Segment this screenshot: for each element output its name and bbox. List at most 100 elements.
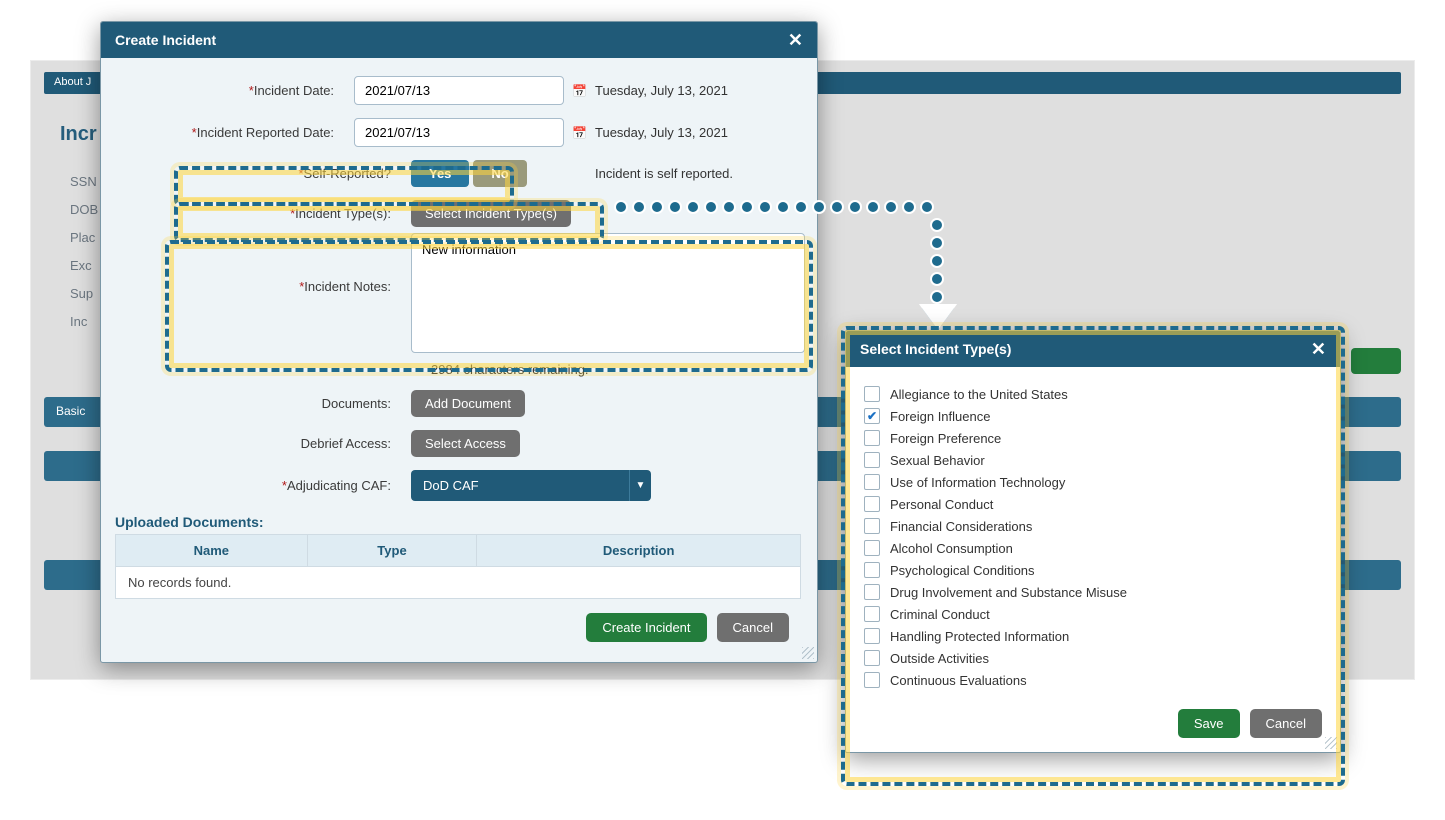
row-incident-date: *Incident Date: 📅 Tuesday, July 13, 2021 bbox=[111, 76, 805, 105]
label-caf: *Adjudicating CAF: bbox=[111, 478, 411, 493]
save-button[interactable]: Save bbox=[1178, 709, 1240, 738]
resize-grip-icon[interactable] bbox=[802, 647, 814, 659]
chevron-down-icon[interactable]: ▼ bbox=[629, 470, 651, 501]
self-reported-yes-button[interactable]: Yes bbox=[411, 160, 469, 187]
no-records: No records found. bbox=[116, 567, 801, 599]
caf-select[interactable]: DoD CAF ▼ bbox=[411, 470, 651, 501]
label-debrief: Debrief Access: bbox=[111, 436, 411, 451]
label-incident-notes: *Incident Notes: bbox=[111, 233, 411, 353]
select-access-button[interactable]: Select Access bbox=[411, 430, 520, 457]
incident-type-option[interactable]: Handling Protected Information bbox=[864, 625, 1322, 647]
select-incident-types-modal: Select Incident Type(s) ✕ Allegiance to … bbox=[845, 330, 1341, 753]
select-incident-types-button[interactable]: Select Incident Type(s) bbox=[411, 200, 571, 227]
incident-type-label: Criminal Conduct bbox=[890, 607, 990, 622]
reported-date-readout: Tuesday, July 13, 2021 bbox=[595, 125, 805, 140]
calendar-icon[interactable]: 📅 bbox=[572, 84, 587, 98]
self-reported-toggle: Yes No bbox=[411, 160, 531, 187]
incident-type-option[interactable]: Continuous Evaluations bbox=[864, 669, 1322, 691]
col-name: Name bbox=[116, 535, 308, 567]
incident-type-label: Financial Considerations bbox=[890, 519, 1032, 534]
background-menu-item: About J bbox=[44, 72, 101, 92]
close-icon[interactable]: ✕ bbox=[1311, 342, 1326, 356]
incident-type-label: Allegiance to the United States bbox=[890, 387, 1068, 402]
incident-type-label: Handling Protected Information bbox=[890, 629, 1069, 644]
checkbox[interactable] bbox=[864, 584, 880, 600]
incident-type-label: Use of Information Technology bbox=[890, 475, 1065, 490]
row-debrief: Debrief Access: Select Access bbox=[111, 430, 805, 457]
char-remaining: 2984 characters remaining. bbox=[431, 362, 805, 377]
checkbox[interactable] bbox=[864, 452, 880, 468]
types-modal-header: Select Incident Type(s) ✕ bbox=[846, 331, 1340, 367]
checkbox[interactable] bbox=[864, 430, 880, 446]
checkbox[interactable] bbox=[864, 540, 880, 556]
checkbox[interactable] bbox=[864, 562, 880, 578]
uploaded-documents-heading: Uploaded Documents: bbox=[115, 514, 805, 530]
caf-selected-value: DoD CAF bbox=[411, 470, 629, 501]
incident-type-option[interactable]: Foreign Preference bbox=[864, 427, 1322, 449]
incident-type-option[interactable]: Drug Involvement and Substance Misuse bbox=[864, 581, 1322, 603]
add-document-button[interactable]: Add Document bbox=[411, 390, 525, 417]
background-side-labels: SSN DOB Plac Exc Sup Inc bbox=[70, 168, 98, 336]
incident-date-input[interactable] bbox=[354, 76, 564, 105]
label-incident-types: *Incident Type(s): bbox=[111, 206, 411, 221]
incident-type-option[interactable]: Sexual Behavior bbox=[864, 449, 1322, 471]
calendar-icon[interactable]: 📅 bbox=[572, 126, 587, 140]
col-type: Type bbox=[307, 535, 477, 567]
create-incident-button[interactable]: Create Incident bbox=[586, 613, 706, 642]
incident-type-label: Continuous Evaluations bbox=[890, 673, 1027, 688]
types-list: Allegiance to the United States Foreign I… bbox=[846, 367, 1340, 699]
incident-type-option[interactable]: Criminal Conduct bbox=[864, 603, 1322, 625]
checkbox[interactable] bbox=[864, 474, 880, 490]
modal-title: Create Incident bbox=[115, 32, 216, 48]
checkbox[interactable] bbox=[864, 496, 880, 512]
types-modal-footer: Save Cancel bbox=[846, 699, 1340, 752]
label-documents: Documents: bbox=[111, 396, 411, 411]
uploaded-documents-table: Name Type Description No records found. bbox=[115, 534, 801, 599]
incident-type-option[interactable]: Allegiance to the United States bbox=[864, 383, 1322, 405]
incident-type-label: Outside Activities bbox=[890, 651, 989, 666]
incident-type-option[interactable]: Personal Conduct bbox=[864, 493, 1322, 515]
col-description: Description bbox=[477, 535, 801, 567]
background-page-title: Incr bbox=[60, 123, 97, 146]
modal-footer: Create Incident Cancel bbox=[111, 599, 805, 652]
incident-notes-textarea[interactable] bbox=[411, 233, 805, 353]
incident-type-label: Drug Involvement and Substance Misuse bbox=[890, 585, 1127, 600]
close-icon[interactable]: ✕ bbox=[788, 33, 803, 47]
incident-type-label: Psychological Conditions bbox=[890, 563, 1035, 578]
incident-type-option[interactable]: Alcohol Consumption bbox=[864, 537, 1322, 559]
label-incident-date: *Incident Date: bbox=[111, 83, 354, 98]
incident-type-option[interactable]: Foreign Influence bbox=[864, 405, 1322, 427]
background-green-button bbox=[1351, 348, 1401, 374]
checkbox[interactable] bbox=[864, 386, 880, 402]
incident-type-option[interactable]: Financial Considerations bbox=[864, 515, 1322, 537]
self-reported-no-button[interactable]: No bbox=[473, 160, 526, 187]
label-self-reported: *Self-Reported? bbox=[111, 166, 411, 181]
checkbox[interactable] bbox=[864, 672, 880, 688]
checkbox[interactable] bbox=[864, 518, 880, 534]
types-modal-title: Select Incident Type(s) bbox=[860, 341, 1011, 357]
label-reported-date: *Incident Reported Date: bbox=[111, 125, 354, 140]
incident-date-readout: Tuesday, July 13, 2021 bbox=[595, 83, 805, 98]
incident-type-label: Alcohol Consumption bbox=[890, 541, 1013, 556]
reported-date-input[interactable] bbox=[354, 118, 564, 147]
row-documents: Documents: Add Document bbox=[111, 390, 805, 417]
incident-type-label: Foreign Preference bbox=[890, 431, 1001, 446]
arrow-down-icon bbox=[922, 308, 954, 330]
checkbox[interactable] bbox=[864, 650, 880, 666]
checkbox[interactable] bbox=[864, 606, 880, 622]
cancel-button[interactable]: Cancel bbox=[717, 613, 789, 642]
checkbox[interactable] bbox=[864, 408, 880, 424]
resize-grip-icon[interactable] bbox=[1325, 737, 1337, 749]
cancel-button[interactable]: Cancel bbox=[1250, 709, 1322, 738]
create-incident-modal: Create Incident ✕ *Incident Date: 📅 Tues… bbox=[100, 21, 818, 663]
incident-type-option[interactable]: Psychological Conditions bbox=[864, 559, 1322, 581]
incident-type-option[interactable]: Outside Activities bbox=[864, 647, 1322, 669]
self-reported-readout: Incident is self reported. bbox=[595, 166, 805, 181]
checkbox[interactable] bbox=[864, 628, 880, 644]
incident-type-label: Sexual Behavior bbox=[890, 453, 985, 468]
row-self-reported: *Self-Reported? Yes No Incident is self … bbox=[111, 160, 805, 187]
connector-vertical bbox=[930, 218, 944, 304]
connector-horizontal bbox=[614, 200, 934, 214]
modal-header: Create Incident ✕ bbox=[101, 22, 817, 58]
incident-type-option[interactable]: Use of Information Technology bbox=[864, 471, 1322, 493]
